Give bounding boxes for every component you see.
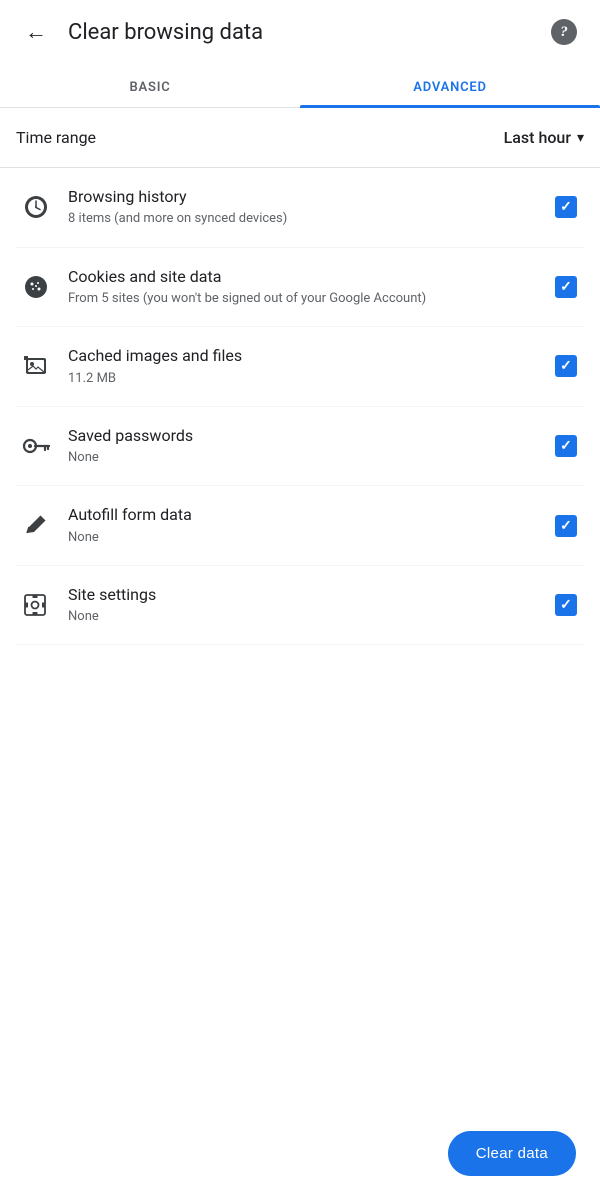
item-subtitle: None <box>68 529 536 547</box>
bottom-action-area: Clear data <box>448 1131 576 1176</box>
key-icon <box>16 433 56 459</box>
image-icon <box>16 353 56 379</box>
list-item[interactable]: Cached images and files 11.2 MB ✓ <box>16 327 584 407</box>
time-range-row[interactable]: Time range Last hour ▾ <box>0 108 600 168</box>
clock-icon <box>16 194 56 220</box>
checkbox-checked-icon: ✓ <box>555 276 577 298</box>
item-title: Cookies and site data <box>68 266 536 288</box>
checkbox-checked-icon: ✓ <box>555 355 577 377</box>
list-item[interactable]: Browsing history 8 items (and more on sy… <box>16 168 584 248</box>
chevron-down-icon: ▾ <box>577 130 584 146</box>
time-range-value-text: Last hour <box>504 128 571 147</box>
cookie-icon <box>16 274 56 300</box>
item-content: Browsing history 8 items (and more on sy… <box>56 186 548 229</box>
list-item[interactable]: Site settings None ✓ <box>16 566 584 646</box>
page-title: Clear browsing data <box>68 20 544 45</box>
item-title: Cached images and files <box>68 345 536 367</box>
item-title: Site settings <box>68 584 536 606</box>
item-title: Saved passwords <box>68 425 536 447</box>
checkbox-checked-icon: ✓ <box>555 515 577 537</box>
item-content: Autofill form data None <box>56 504 548 547</box>
items-list: Browsing history 8 items (and more on sy… <box>0 168 600 645</box>
checkbox-checked-icon: ✓ <box>555 435 577 457</box>
back-arrow-icon: ← <box>25 19 47 45</box>
item-content: Cookies and site data From 5 sites (you … <box>56 266 548 309</box>
list-item[interactable]: Cookies and site data From 5 sites (you … <box>16 248 584 328</box>
checkbox-checked-icon: ✓ <box>555 196 577 218</box>
checkbox-checked-icon: ✓ <box>555 594 577 616</box>
item-content: Saved passwords None <box>56 425 548 468</box>
item-title: Browsing history <box>68 186 536 208</box>
item-subtitle: None <box>68 449 536 467</box>
item-subtitle: 11.2 MB <box>68 370 536 388</box>
tabs-bar: BASIC ADVANCED <box>0 64 600 108</box>
item-subtitle: 8 items (and more on synced devices) <box>68 210 536 228</box>
item-content: Cached images and files 11.2 MB <box>56 345 548 388</box>
time-range-dropdown[interactable]: Last hour ▾ <box>504 128 584 147</box>
back-button[interactable]: ← <box>16 12 56 52</box>
checkbox-site-settings[interactable]: ✓ <box>548 594 584 616</box>
checkbox-cached[interactable]: ✓ <box>548 355 584 377</box>
tab-advanced[interactable]: ADVANCED <box>300 64 600 107</box>
item-subtitle: None <box>68 608 536 626</box>
header: ← Clear browsing data ? <box>0 0 600 64</box>
pencil-icon <box>16 513 56 539</box>
gear-icon <box>16 592 56 618</box>
item-title: Autofill form data <box>68 504 536 526</box>
checkbox-autofill[interactable]: ✓ <box>548 515 584 537</box>
help-icon: ? <box>551 19 577 45</box>
checkbox-cookies[interactable]: ✓ <box>548 276 584 298</box>
item-subtitle: From 5 sites (you won't be signed out of… <box>68 290 536 308</box>
tab-basic[interactable]: BASIC <box>0 64 300 107</box>
checkbox-browsing-history[interactable]: ✓ <box>548 196 584 218</box>
list-item[interactable]: Autofill form data None ✓ <box>16 486 584 566</box>
clear-data-button[interactable]: Clear data <box>448 1131 576 1176</box>
checkbox-passwords[interactable]: ✓ <box>548 435 584 457</box>
time-range-label: Time range <box>16 128 504 147</box>
help-button[interactable]: ? <box>544 12 584 52</box>
item-content: Site settings None <box>56 584 548 627</box>
list-item[interactable]: Saved passwords None ✓ <box>16 407 584 487</box>
